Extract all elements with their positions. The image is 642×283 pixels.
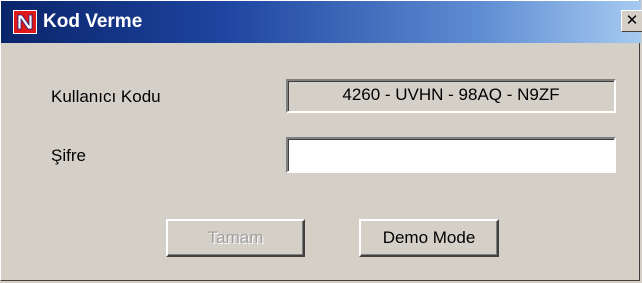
user-code-field: 4260 - UVHN - 98AQ - N9ZF	[286, 79, 616, 113]
dialog-window: Kod Verme ✕ Kullanıcı Kodu 4260 - UVHN -…	[0, 0, 642, 281]
password-field[interactable]	[286, 137, 616, 173]
user-code-label: Kullanıcı Kodu	[51, 87, 161, 106]
password-label: Şifre	[51, 146, 86, 165]
window-title: Kod Verme	[43, 11, 143, 32]
close-icon[interactable]: ✕	[621, 10, 642, 32]
demo-mode-button[interactable]: Demo Mode	[359, 219, 499, 257]
app-logo-icon	[13, 10, 37, 34]
title-bar[interactable]: Kod Verme ✕	[1, 1, 642, 43]
ok-button[interactable]: Tamam	[166, 219, 305, 257]
